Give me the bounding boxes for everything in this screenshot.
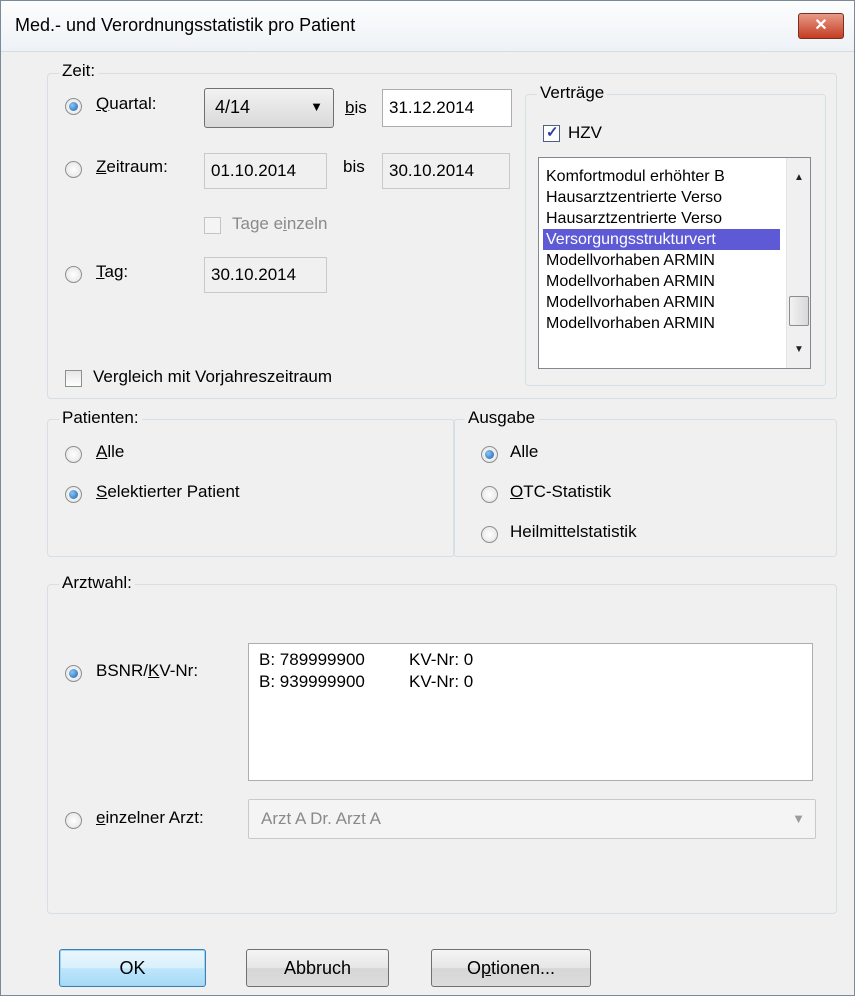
table-row[interactable]: B: 939999900 KV-Nr: 0 <box>259 671 802 693</box>
tage-einzeln-checkbox[interactable] <box>204 217 221 234</box>
otc-statistik-label: OTC-Statistik <box>510 482 612 501</box>
scroll-thumb[interactable] <box>789 296 809 326</box>
quartal-label: Quartal: <box>96 94 157 113</box>
listbox-scrollbar[interactable]: ▲ ▼ <box>786 158 810 368</box>
title-bar: Med.- und Verordnungsstatistik pro Patie… <box>1 1 854 52</box>
einzelner-arzt-select[interactable]: Arzt A Dr. Arzt A ▼ <box>248 799 816 839</box>
zeit-legend: Zeit: <box>59 61 99 81</box>
abbruch-button[interactable]: Abbruch <box>246 949 389 987</box>
scroll-down-arrow-icon[interactable]: ▼ <box>787 344 810 355</box>
ok-button[interactable]: OK <box>59 949 206 987</box>
scroll-up-arrow-icon[interactable]: ▲ <box>787 172 810 183</box>
heilmittelstatistik-label: Heilmittelstatistik <box>510 522 637 541</box>
vertraege-listbox[interactable]: Komfortmodul erhöhter B Hausarztzentrier… <box>538 157 811 369</box>
ausgabe-alle-label: Alle <box>510 442 539 461</box>
bsnr-kv-list[interactable]: B: 789999900 KV-Nr: 0 B: 939999900 KV-Nr: … <box>248 643 813 781</box>
zeitraum-bis-label: bis <box>343 157 365 176</box>
tag-radio[interactable] <box>65 266 82 283</box>
otc-statistik-radio[interactable] <box>481 486 498 503</box>
selektierter-patient-label: Selektierter Patient <box>96 482 240 501</box>
vertraege-legend: Verträge <box>537 83 608 103</box>
table-row[interactable]: B: 789999900 KV-Nr: 0 <box>259 649 802 671</box>
patienten-legend: Patienten: <box>59 408 142 428</box>
hzv-checkbox[interactable] <box>543 123 560 142</box>
einzelner-arzt-label: einzelner Arzt: <box>96 808 204 827</box>
tag-input[interactable]: 30.10.2014 <box>204 257 327 293</box>
quartal-radio[interactable] <box>65 98 82 115</box>
vergleich-checkbox[interactable] <box>65 370 82 387</box>
patienten-alle-label: Alle <box>96 442 125 461</box>
selektierter-patient-radio[interactable] <box>65 486 82 503</box>
list-item[interactable]: Modellvorhaben ARMIN <box>543 271 780 292</box>
zeitraum-to-input[interactable]: 30.10.2014 <box>382 153 510 189</box>
optionen-button[interactable]: Optionen... <box>431 949 591 987</box>
hzv-label: HZV <box>568 123 602 142</box>
list-item[interactable]: Modellvorhaben ARMIN <box>543 313 780 334</box>
close-button[interactable]: ✕ <box>798 13 844 39</box>
zeitraum-from-input[interactable]: 01.10.2014 <box>204 153 327 189</box>
ausgabe-legend: Ausgabe <box>465 408 539 428</box>
quartal-select[interactable]: 4/14 ▼ <box>204 88 334 128</box>
patienten-alle-radio[interactable] <box>65 446 82 463</box>
arztwahl-legend: Arztwahl: <box>59 573 135 593</box>
list-item[interactable]: Komfortmodul erhöhter B <box>543 166 780 187</box>
list-item[interactable]: Modellvorhaben ARMIN <box>543 250 780 271</box>
close-icon: ✕ <box>814 17 828 34</box>
chevron-down-icon: ▼ <box>310 99 323 114</box>
vergleich-label: Vergleich mit Vorjahreszeitraum <box>93 367 333 386</box>
ausgabe-alle-radio[interactable] <box>481 446 498 463</box>
tage-einzeln-label: Tage einzeln <box>232 214 328 233</box>
dialog-window: Med.- und Verordnungsstatistik pro Patie… <box>0 0 855 996</box>
list-item[interactable]: Hausarztzentrierte Verso <box>543 208 780 229</box>
quartal-bis-input[interactable]: 31.12.2014 <box>382 89 512 127</box>
zeitraum-label: Zeitraum: <box>96 157 168 176</box>
list-item-selected[interactable]: Versorgungsstrukturvert <box>543 229 780 250</box>
heilmittelstatistik-radio[interactable] <box>481 526 498 543</box>
tag-label: Tag: <box>96 262 129 281</box>
einzelner-arzt-radio[interactable] <box>65 812 82 829</box>
list-item[interactable]: Hausarztzentrierte Verso <box>543 187 780 208</box>
bsnr-kv-radio[interactable] <box>65 665 82 682</box>
quartal-bis-label: bis <box>345 98 367 117</box>
list-item[interactable]: Modellvorhaben ARMIN <box>543 292 780 313</box>
bsnr-kv-label: BSNR/KV-Nr: <box>96 661 199 680</box>
window-title: Med.- und Verordnungsstatistik pro Patie… <box>15 15 356 35</box>
zeitraum-radio[interactable] <box>65 161 82 178</box>
chevron-down-icon: ▼ <box>792 811 805 826</box>
